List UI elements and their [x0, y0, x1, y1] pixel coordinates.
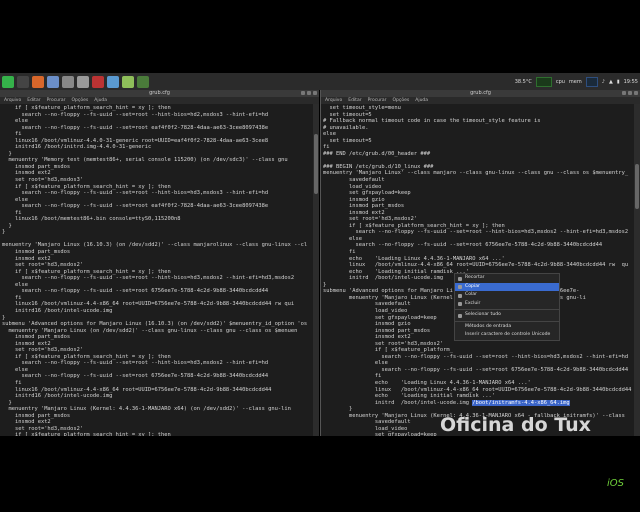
menu-item-inserir-unicode[interactable]: Inserir caractere de controle Unicode — [455, 331, 559, 340]
maximize-icon[interactable] — [307, 91, 311, 95]
network-icon[interactable]: ▲ — [609, 79, 613, 85]
menu-ajuda[interactable]: Ajuda — [415, 97, 428, 104]
app-icon-2[interactable] — [77, 75, 89, 88]
left-text-area[interactable]: if [ x$feature_platform_search_hint = xy… — [0, 104, 313, 436]
cpu-graph-icon — [535, 76, 552, 87]
right-window-title: grub.cfg — [470, 90, 491, 96]
menu-separator — [455, 320, 559, 322]
cpu-label: cpu — [555, 78, 565, 85]
maximize-icon[interactable] — [628, 91, 632, 95]
code-line: search --no-floppy --fs-uuid --set=root … — [2, 360, 269, 367]
right-editor-window: grub.cfg Arquivo Editar Procurar Opções … — [320, 90, 640, 436]
mem-graph-icon — [585, 76, 598, 87]
taskbar-window-3[interactable] — [137, 75, 149, 88]
app-icon[interactable] — [62, 75, 74, 88]
right-scrollbar[interactable] — [634, 104, 640, 436]
app-icon-3[interactable] — [92, 75, 104, 88]
menu-procurar[interactable]: Procurar — [368, 97, 387, 104]
context-menu: Recortar Copiar Colar Excluir Selecionar… — [454, 273, 560, 341]
menu-logo-icon[interactable] — [2, 75, 14, 88]
menu-item-colar[interactable]: Colar — [455, 291, 559, 300]
close-icon[interactable] — [313, 91, 317, 95]
selected-text[interactable]: /boot/initramfs-4.4-x86_64.img — [472, 399, 570, 406]
taskbar-window-1[interactable] — [107, 75, 119, 88]
code-line: if [ x$feature_platform_search_hint = xy… — [2, 432, 171, 436]
volume-icon[interactable]: ♪ — [602, 79, 605, 85]
taskbar-window-2[interactable] — [122, 75, 134, 88]
code-line: search --no-floppy --fs-uuid --set=root … — [323, 242, 603, 249]
code-line: search --no-floppy --fs-uuid --set=root … — [2, 288, 269, 295]
left-menu-bar: Arquivo Editar Procurar Opções Ajuda — [0, 97, 319, 104]
select-all-icon — [458, 313, 462, 318]
temperature-readout: 38.5°C — [514, 78, 532, 85]
battery-icon[interactable]: ▮ — [617, 79, 620, 85]
right-scroll-thumb[interactable] — [635, 164, 639, 209]
code-line: submenu 'Advanced options for Manjaro Li… — [2, 321, 308, 328]
menu-ajuda[interactable]: Ajuda — [94, 97, 107, 104]
code-line: linux /boot/vmlinuz-4.4-x86_64 root=UUID… — [323, 262, 629, 269]
menu-arquivo[interactable]: Arquivo — [4, 97, 21, 104]
copy-icon — [458, 285, 462, 289]
system-tray: 38.5°C cpu mem ♪ ▲ ▮ 19:55 — [515, 73, 638, 90]
code-line: search --no-floppy --fs-uuid --set=root … — [2, 373, 269, 380]
left-scrollbar[interactable] — [313, 104, 319, 436]
menu-arquivo[interactable]: Arquivo — [325, 97, 342, 104]
code-line: search --no-floppy --fs-uuid --set=root … — [2, 275, 295, 282]
code-line: search --no-floppy --fs-uuid --set=root … — [2, 203, 269, 210]
cut-icon — [458, 276, 462, 281]
menu-editar[interactable]: Editar — [27, 97, 40, 104]
paste-icon — [458, 293, 462, 298]
firefox-icon[interactable] — [32, 75, 44, 88]
top-panel: 38.5°C cpu mem ♪ ▲ ▮ 19:55 — [0, 73, 640, 90]
file-manager-icon[interactable] — [47, 75, 59, 88]
menu-item-excluir[interactable]: Excluir — [455, 300, 559, 309]
close-icon[interactable] — [634, 91, 638, 95]
mem-label: mem — [568, 78, 582, 85]
menu-item-recortar[interactable]: Recortar — [455, 274, 559, 283]
minimize-icon[interactable] — [301, 91, 305, 95]
watermark: Oficina do Tux — [440, 414, 591, 436]
left-title-bar[interactable]: grub.cfg — [0, 90, 319, 97]
menu-editar[interactable]: Editar — [348, 97, 361, 104]
menu-opcoes[interactable]: Opções — [393, 97, 410, 104]
code-line: search --no-floppy --fs-uuid --set=root … — [2, 124, 269, 131]
terminal-icon[interactable] — [17, 75, 29, 88]
menu-separator — [455, 309, 559, 310]
right-menu-bar: Arquivo Editar Procurar Opções Ajuda — [321, 97, 640, 104]
code-line: linux16 /boot/vmlinuz-4.4-x86_64 root=UU… — [2, 301, 295, 308]
menu-opcoes[interactable]: Opções — [72, 97, 89, 104]
clock[interactable]: 19:55 — [624, 79, 638, 85]
left-scroll-thumb[interactable] — [314, 134, 318, 194]
code-line: search --no-floppy --fs-uuid --set=root … — [323, 229, 629, 236]
menu-procurar[interactable]: Procurar — [47, 97, 66, 104]
code-line: search --no-floppy --fs-uuid --set=root … — [2, 111, 269, 118]
minimize-icon[interactable] — [622, 91, 626, 95]
code-line: search --no-floppy --fs-uuid --set=root … — [2, 190, 269, 197]
left-editor-window: grub.cfg Arquivo Editar Procurar Opções … — [0, 90, 319, 436]
code-line: menuentry 'Memory test (memtest86+, seri… — [2, 157, 288, 164]
menu-item-selecionar-tudo[interactable]: Selecionar tudo — [455, 311, 559, 320]
code-line: menuentry 'Manjaro Linux (Kernel: 4.4.36… — [2, 406, 291, 413]
menu-item-copiar[interactable]: Copiar — [455, 282, 559, 291]
delete-icon — [458, 302, 462, 306]
right-text-area[interactable]: set timeout_style=menu set timeout=5 # Fa… — [321, 104, 634, 436]
menu-item-metodos-de-entrada[interactable]: Métodos de entrada — [455, 323, 559, 332]
corner-logo: iOS — [607, 478, 624, 489]
right-title-bar[interactable]: grub.cfg — [321, 90, 640, 97]
left-window-title: grub.cfg — [149, 90, 170, 96]
